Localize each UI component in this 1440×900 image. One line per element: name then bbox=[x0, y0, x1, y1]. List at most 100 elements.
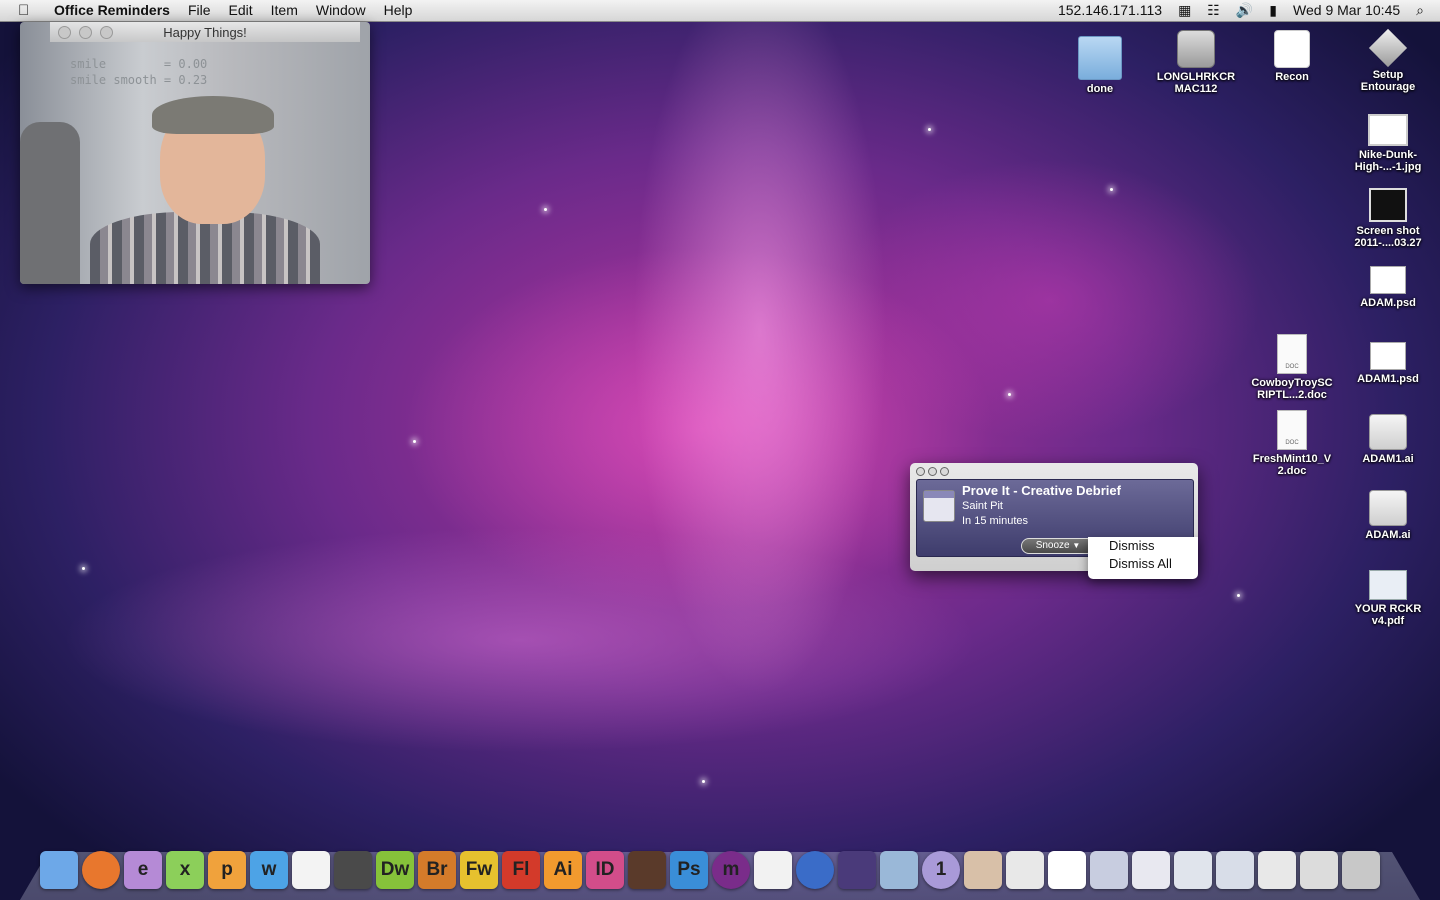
window-thumb-icon[interactable] bbox=[1174, 851, 1212, 889]
word-icon[interactable]: w bbox=[250, 851, 288, 889]
star bbox=[544, 208, 547, 211]
app-menu[interactable]: Office Reminders bbox=[52, 0, 179, 21]
trash-icon[interactable] bbox=[1342, 851, 1380, 889]
volume-icon[interactable]: 🔊 bbox=[1228, 0, 1261, 21]
snooze-label: Snooze bbox=[1035, 540, 1070, 551]
pdf-file-icon bbox=[1369, 570, 1407, 600]
desktop-icon-setup-entourage[interactable]: Setup Entourage bbox=[1340, 28, 1436, 93]
drive-icon bbox=[1177, 30, 1215, 68]
zoom-button[interactable] bbox=[940, 467, 949, 476]
dismiss-menu: Dismiss Dismiss All bbox=[1088, 537, 1198, 579]
desktop-icon-screenshot[interactable]: Screen shot 2011-....03.27 bbox=[1340, 182, 1436, 249]
star bbox=[1237, 594, 1240, 597]
itunes-icon[interactable] bbox=[796, 851, 834, 889]
status-menu-icon[interactable]: ▦ bbox=[1170, 0, 1199, 21]
iphoto-icon[interactable] bbox=[880, 851, 918, 889]
menu-window[interactable]: Window bbox=[307, 0, 375, 21]
photoshop-icon[interactable]: Ps bbox=[670, 851, 708, 889]
star bbox=[413, 440, 416, 443]
flash-icon[interactable]: Fl bbox=[502, 851, 540, 889]
window-controls bbox=[916, 467, 949, 476]
desktop-icon-recon[interactable]: Recon bbox=[1244, 30, 1340, 83]
desktop-icon-cowboytroy-doc[interactable]: CowboyTroySC RIPTL...2.doc bbox=[1244, 334, 1340, 401]
ai-file-icon bbox=[1369, 490, 1407, 526]
menu-bar:  Office Reminders File Edit Item Window… bbox=[0, 0, 1440, 22]
window-controls bbox=[58, 26, 113, 39]
happy-things-window[interactable]: Happy Things! smile = 0.00 smile smooth … bbox=[20, 22, 370, 284]
doc-file-icon bbox=[1277, 334, 1307, 374]
app-store-icon[interactable] bbox=[754, 851, 792, 889]
excel-icon[interactable]: x bbox=[166, 851, 204, 889]
dreamweaver-icon[interactable]: Dw bbox=[376, 851, 414, 889]
fireworks-icon[interactable]: Fw bbox=[460, 851, 498, 889]
desktop-icon-label: Screen shot 2011-....03.27 bbox=[1354, 225, 1422, 249]
my-day-icon[interactable] bbox=[838, 851, 876, 889]
desktop-icon-drive[interactable]: LONGLHRKCR MAC112 bbox=[1148, 30, 1244, 95]
cat-icon[interactable] bbox=[964, 851, 1002, 889]
desktop-icon-adam1-ai[interactable]: ADAM1.ai bbox=[1340, 410, 1436, 465]
firefox-icon[interactable] bbox=[82, 851, 120, 889]
powerpoint-icon[interactable]: p bbox=[208, 851, 246, 889]
bridge-icon[interactable]: Br bbox=[418, 851, 456, 889]
zoom-button[interactable] bbox=[100, 26, 113, 39]
apple-menu-icon[interactable]:  bbox=[18, 2, 38, 19]
edge-animate-icon[interactable]: e bbox=[124, 851, 162, 889]
acrobat-icon[interactable] bbox=[292, 851, 330, 889]
menu-file[interactable]: File bbox=[179, 0, 220, 21]
film-icon[interactable] bbox=[628, 851, 666, 889]
finder-icon[interactable] bbox=[40, 851, 78, 889]
desktop-icon-label: ADAM1.ai bbox=[1362, 453, 1414, 465]
illustrator-icon[interactable]: Ai bbox=[544, 851, 582, 889]
clock[interactable]: Wed 9 Mar 10:45 bbox=[1285, 0, 1408, 21]
messenger-icon[interactable]: m bbox=[712, 851, 750, 889]
window-thumb-icon[interactable] bbox=[1132, 851, 1170, 889]
acrobat-pro-icon[interactable] bbox=[334, 851, 372, 889]
minimize-button[interactable] bbox=[79, 26, 92, 39]
desktop-icon-adam1-psd[interactable]: ADAM1.psd bbox=[1340, 334, 1436, 385]
chevron-down-icon: ▼ bbox=[1072, 541, 1081, 550]
calendar-icon bbox=[923, 490, 955, 522]
desktop-icon-label: done bbox=[1086, 83, 1114, 95]
reminder-location: Saint Pit bbox=[962, 500, 1003, 512]
desktop-icon-adam-psd[interactable]: ADAM.psd bbox=[1340, 258, 1436, 309]
menu-edit[interactable]: Edit bbox=[220, 0, 262, 21]
doc-file-icon bbox=[1277, 410, 1307, 450]
recon-app-icon bbox=[1274, 30, 1310, 68]
image-file-icon bbox=[1368, 114, 1408, 146]
snooze-button[interactable]: Snooze ▼ bbox=[1021, 538, 1095, 554]
desktop-icon-rckr-pdf[interactable]: YOUR RCKR v4.pdf bbox=[1340, 562, 1436, 627]
window-thumb-icon[interactable] bbox=[1216, 851, 1254, 889]
menu-help[interactable]: Help bbox=[375, 0, 422, 21]
window-thumb-icon[interactable] bbox=[1258, 851, 1296, 889]
ip-address[interactable]: 152.146.171.113 bbox=[1050, 0, 1170, 21]
documents-stack-icon[interactable] bbox=[1006, 851, 1044, 889]
close-button[interactable] bbox=[58, 26, 71, 39]
screenshot-file-icon bbox=[1369, 188, 1407, 222]
star bbox=[928, 128, 931, 131]
psd-file-icon bbox=[1370, 266, 1406, 294]
star bbox=[702, 780, 705, 783]
window-thumb-icon[interactable] bbox=[1090, 851, 1128, 889]
close-button[interactable] bbox=[916, 467, 925, 476]
window-thumb-icon[interactable] bbox=[1300, 851, 1338, 889]
indesign-icon[interactable]: ID bbox=[586, 851, 624, 889]
dismiss-all-option[interactable]: Dismiss All bbox=[1088, 555, 1198, 573]
alarm-icon[interactable]: 1 bbox=[922, 851, 960, 889]
menu-item[interactable]: Item bbox=[262, 0, 307, 21]
smile-smooth-value: smile smooth = 0.23 bbox=[70, 73, 208, 87]
battery-icon[interactable]: ▮ bbox=[1261, 0, 1285, 21]
minimize-button[interactable] bbox=[928, 467, 937, 476]
wifi-icon[interactable]: ☷ bbox=[1199, 0, 1228, 21]
blank-doc-icon[interactable] bbox=[1048, 851, 1086, 889]
desktop-icon-label: Nike-Dunk- High-...-1.jpg bbox=[1354, 149, 1422, 173]
desktop-icon-adam-ai[interactable]: ADAM.ai bbox=[1340, 486, 1436, 541]
star bbox=[1110, 188, 1113, 191]
spotlight-search-icon[interactable]: ⌕ bbox=[1408, 0, 1440, 21]
dismiss-option[interactable]: Dismiss bbox=[1088, 537, 1198, 555]
background-person bbox=[20, 122, 80, 284]
desktop-icon-done[interactable]: done bbox=[1052, 30, 1148, 95]
desktop-icon-nike-jpg[interactable]: Nike-Dunk- High-...-1.jpg bbox=[1340, 106, 1436, 173]
desktop-icon-label: CowboyTroySC RIPTL...2.doc bbox=[1251, 377, 1333, 401]
folder-icon bbox=[1078, 36, 1122, 80]
desktop-icon-freshmint-doc[interactable]: FreshMint10_V 2.doc bbox=[1244, 410, 1340, 477]
